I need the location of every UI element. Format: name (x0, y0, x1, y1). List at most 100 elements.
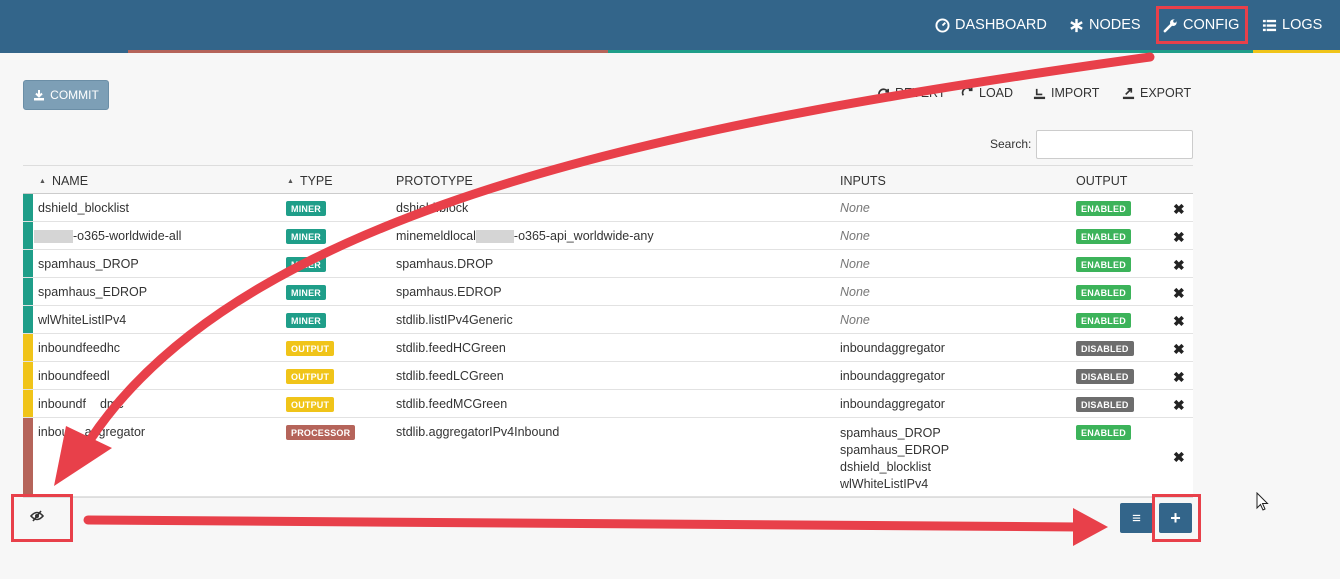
sort-icon: ▲ (39, 177, 46, 185)
sort-icon: ▲ (287, 177, 294, 185)
commit-label: COMMIT (50, 88, 99, 102)
list-icon: ≡ (1132, 509, 1141, 527)
nav-stripe-teal (608, 50, 1253, 53)
redacted-block (475, 230, 514, 244)
column-inputs-label: INPUTS (840, 174, 886, 188)
table-row[interactable]: -o365-worldwide-all MINER minemeldlocal -… (23, 222, 1193, 250)
table-row[interactable]: spamhaus_DROP MINER spamhaus.DROP None E… (23, 250, 1193, 278)
delete-icon[interactable]: ✖ (1173, 257, 1185, 274)
row-type-bar (23, 334, 33, 361)
highlight-config (1156, 6, 1248, 44)
column-output-label: OUTPUT (1076, 174, 1128, 188)
output-badge: ENABLED (1076, 201, 1131, 216)
nav-logs[interactable]: LOGS (1262, 0, 1322, 50)
node-prototype: stdlib.aggregatorIPv4Inbound (396, 425, 560, 439)
node-name[interactable]: dshield_blocklist (38, 201, 129, 215)
node-name-suffix: aggregator (84, 425, 146, 439)
commit-button[interactable]: COMMIT (23, 80, 109, 110)
import-label: IMPORT (1051, 86, 1100, 100)
import-button[interactable]: IMPORT (1033, 86, 1099, 100)
column-name[interactable]: ▲ NAME (39, 174, 88, 188)
revert-label: REVERT (895, 86, 946, 100)
node-prototype: minemeldlocal -o365-api_worldwide-any (396, 229, 654, 244)
delete-icon[interactable]: ✖ (1173, 397, 1185, 414)
type-badge: OUTPUT (286, 397, 335, 412)
type-badge: MINER (286, 257, 326, 272)
revert-button[interactable]: REVERT (877, 86, 945, 100)
list-view-button[interactable]: ≡ (1120, 503, 1153, 533)
column-prototype[interactable]: PROTOTYPE (396, 174, 473, 188)
node-inputs: None (840, 257, 870, 271)
node-name-text: -o365-worldwide-all (73, 229, 182, 243)
node-prototype: stdlib.feedMCGreen (396, 397, 508, 411)
download-icon (34, 90, 45, 101)
row-type-bar (23, 278, 33, 305)
delete-icon[interactable]: ✖ (1173, 341, 1185, 358)
node-inputs: None (840, 201, 870, 215)
column-type[interactable]: ▲ TYPE (287, 174, 333, 188)
table-row[interactable]: inbou aggregator PROCESSOR stdlib.aggrega… (23, 418, 1193, 497)
output-badge: DISABLED (1076, 341, 1134, 356)
table-row[interactable]: spamhaus_EDROP MINER spamhaus.EDROP None… (23, 278, 1193, 306)
node-inputs: None (840, 313, 870, 327)
node-name[interactable]: spamhaus_EDROP (38, 285, 147, 299)
delete-icon[interactable]: ✖ (1173, 285, 1185, 302)
node-name[interactable]: inboundfeedhc (38, 341, 120, 355)
node-name[interactable]: spamhaus_DROP (38, 257, 139, 271)
node-inputs: inboundaggregator (840, 369, 945, 383)
type-badge: OUTPUT (286, 369, 335, 384)
export-icon (1122, 87, 1135, 99)
highlight-eye (11, 494, 73, 542)
import-icon (1033, 88, 1046, 99)
output-badge: DISABLED (1076, 369, 1134, 384)
node-prototype: stdlib.feedLCGreen (396, 369, 504, 383)
export-button[interactable]: EXPORT (1122, 86, 1191, 100)
dashboard-icon (935, 17, 950, 33)
node-name[interactable]: inbou aggregator (38, 425, 145, 439)
row-type-bar (23, 250, 33, 277)
search-input[interactable] (1036, 130, 1193, 159)
type-badge: MINER (286, 313, 326, 328)
input-item: spamhaus_EDROP (840, 443, 950, 457)
nav-dashboard[interactable]: DASHBOARD (935, 0, 1047, 50)
table-row[interactable]: inboundf dmc OUTPUT stdlib.feedMCGreen in… (23, 390, 1193, 418)
delete-icon[interactable]: ✖ (1173, 313, 1185, 330)
load-label: LOAD (979, 86, 1014, 100)
row-type-bar (23, 362, 33, 389)
table-row[interactable]: wlWhiteListIPv4 MINER stdlib.listIPv4Gen… (23, 306, 1193, 334)
node-inputs: inboundaggregator (840, 397, 945, 411)
input-item: dshield_blocklist (840, 460, 932, 474)
node-name[interactable]: wlWhiteListIPv4 (38, 313, 126, 327)
delete-icon[interactable]: ✖ (1173, 369, 1185, 386)
table-row[interactable]: inboundfeedhc OUTPUT stdlib.feedHCGreen … (23, 334, 1193, 362)
nav-nodes-label: NODES (1089, 17, 1141, 33)
node-name-suffix: dmc (99, 397, 124, 411)
output-badge: ENABLED (1076, 229, 1131, 244)
row-type-bar (23, 194, 33, 221)
table-row[interactable]: inboundfeedl OUTPUT stdlib.feedLCGreen i… (23, 362, 1193, 390)
refresh-icon (878, 87, 889, 99)
output-badge: ENABLED (1076, 313, 1131, 328)
delete-icon[interactable]: ✖ (1173, 449, 1185, 466)
delete-icon[interactable]: ✖ (1173, 229, 1185, 246)
input-item: spamhaus_DROP (840, 426, 941, 440)
nav-stripe-red (128, 50, 608, 53)
node-name[interactable]: inboundfeedl (38, 369, 110, 383)
nav-nodes[interactable]: NODES (1069, 0, 1141, 50)
delete-icon[interactable]: ✖ (1173, 201, 1185, 218)
node-prototype: dshield.block (396, 201, 469, 215)
row-type-bar (23, 306, 33, 333)
node-name[interactable]: -o365-worldwide-all (34, 229, 182, 244)
highlight-add (1152, 494, 1201, 542)
table-row[interactable]: dshield_blocklist MINER dshield.block No… (23, 194, 1193, 222)
search-label: Search: (990, 137, 1032, 151)
column-prototype-label: PROTOTYPE (396, 174, 473, 188)
column-inputs[interactable]: INPUTS (840, 174, 886, 188)
load-button[interactable]: LOAD (961, 86, 1013, 100)
list-icon (1262, 19, 1277, 31)
nav-dashboard-label: DASHBOARD (955, 17, 1047, 33)
node-prototype: spamhaus.DROP (396, 257, 494, 271)
node-name[interactable]: inboundf dmc (38, 397, 124, 411)
column-output[interactable]: OUTPUT (1076, 174, 1127, 188)
straight-arrowhead (1073, 508, 1108, 546)
